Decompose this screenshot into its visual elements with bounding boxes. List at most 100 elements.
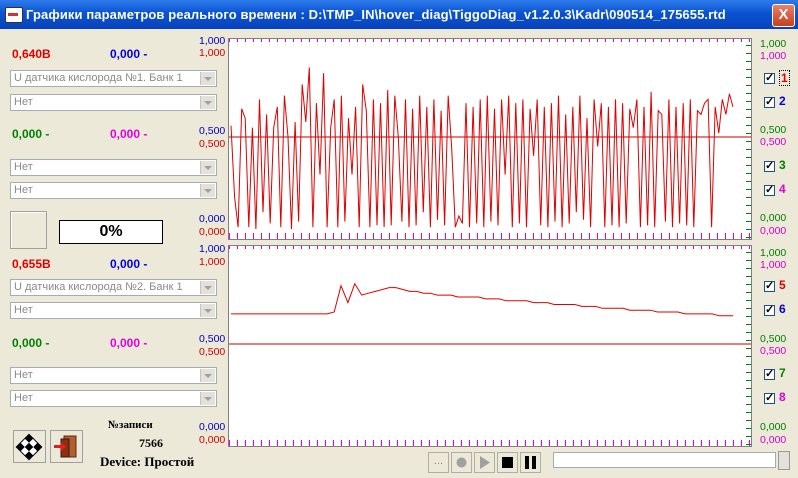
channel-6-number: 6 (779, 302, 786, 316)
chevron-down-icon[interactable] (200, 161, 215, 174)
chart1-left-red-min: 0,000 (199, 226, 226, 238)
chart2-left-blue-mid: 0,500 (199, 333, 226, 345)
channel-6-select[interactable]: Нет (10, 302, 217, 319)
record-number-label: №записи (108, 419, 153, 431)
chart1-right-magenta-max: 1,000 (760, 50, 787, 62)
channel-7-number: 7 (779, 366, 786, 380)
main-window: Графики параметров реального времени : D… (0, 0, 798, 478)
checkered-flag-icon (15, 433, 43, 461)
chart-top[interactable] (228, 38, 752, 240)
chart2-left-red-mid: 0,500 (199, 346, 226, 358)
channel-5-select[interactable]: U датчика кислорода №2. Банк 1 (10, 279, 217, 296)
channel-6-checkbox[interactable] (764, 303, 775, 316)
chart-top-plot (229, 39, 751, 239)
channel-2-number: 2 (779, 94, 786, 108)
record-number-value: 7566 (139, 436, 163, 450)
channel-1-select-value: U датчика кислорода №1. Банк 1 (14, 72, 183, 84)
channel-2-select[interactable]: Нет (10, 94, 217, 111)
more-button[interactable]: ... (428, 452, 449, 473)
chart1-right-green-min: 0,000 (760, 212, 787, 224)
channel-8-select[interactable]: Нет (10, 390, 217, 407)
channel-4-select[interactable]: Нет (10, 182, 217, 199)
chevron-down-icon[interactable] (200, 184, 215, 197)
chart1-left-red-max: 1,000 (199, 47, 226, 59)
channel-8-number: 8 (779, 390, 786, 404)
chevron-down-icon[interactable] (200, 281, 215, 294)
playback-position-thumb[interactable] (778, 451, 790, 470)
chart1-right-magenta-mid: 0,500 (760, 136, 787, 148)
record-button[interactable] (451, 452, 472, 473)
channel-2-select-value: Нет (14, 96, 33, 108)
chart-bottom-plot (229, 246, 751, 446)
play-icon (480, 456, 490, 469)
channel-2-checkbox[interactable] (764, 95, 775, 108)
channel-5-number: 5 (779, 278, 786, 292)
chart1-right-magenta-min: 0,000 (760, 225, 787, 237)
blank-button[interactable] (10, 211, 47, 249)
progress-display: 0% (59, 220, 163, 244)
checkered-flag-button[interactable] (13, 430, 46, 463)
chevron-down-icon[interactable] (200, 96, 215, 109)
exit-button[interactable] (50, 430, 83, 463)
channel-4-value: 0,000 - (110, 127, 148, 141)
channel-7-select[interactable]: Нет (10, 367, 217, 384)
chart1-left-blue-max: 1,000 (199, 35, 226, 47)
play-button[interactable] (474, 452, 495, 473)
chart2-left-red-max: 1,000 (199, 256, 226, 268)
record-icon (456, 457, 467, 468)
playback-position-track[interactable] (553, 452, 776, 468)
pause-icon (525, 456, 536, 469)
chevron-down-icon[interactable] (200, 72, 215, 85)
chart2-left-blue-max: 1,000 (199, 243, 226, 255)
channel-3-select[interactable]: Нет (10, 159, 217, 176)
channel-5-select-value: U датчика кислорода №2. Банк 1 (14, 281, 183, 293)
channel-5-value: 0,655В (12, 257, 51, 271)
chart1-left-blue-mid: 0,500 (199, 125, 226, 137)
channel-1-value: 0,640В (12, 47, 51, 61)
channel-1-select[interactable]: U датчика кислорода №1. Банк 1 (10, 70, 217, 87)
channel-3-value: 0,000 - (12, 127, 50, 141)
app-icon (5, 7, 23, 23)
channel-7-checkbox[interactable] (764, 367, 775, 380)
exit-door-icon (54, 435, 77, 458)
device-status: Device: Простой (100, 454, 195, 469)
chart1-right-green-mid: 0,500 (760, 124, 787, 136)
channel-6-value: 0,000 - (110, 257, 148, 271)
chart1-right-green-max: 1,000 (760, 38, 787, 50)
channel-7-select-value: Нет (14, 369, 33, 381)
channel-4-number: 4 (779, 182, 786, 196)
chart2-right-magenta-mid: 0,500 (760, 345, 787, 357)
chart2-right-green-mid: 0,500 (760, 333, 787, 345)
chart2-left-blue-min: 0,000 (199, 421, 226, 433)
chart2-right-green-max: 1,000 (760, 247, 787, 259)
channel-4-checkbox[interactable] (764, 183, 775, 196)
chevron-down-icon[interactable] (200, 304, 215, 317)
stop-button[interactable] (497, 452, 518, 473)
pause-button[interactable] (520, 452, 541, 473)
chart2-series-5-line (231, 282, 733, 317)
chart2-right-magenta-min: 0,000 (760, 434, 787, 446)
channel-1-number: 1 (779, 70, 790, 86)
chart-bottom[interactable] (228, 245, 752, 447)
channel-8-value: 0,000 - (110, 336, 148, 350)
channel-3-number: 3 (779, 158, 786, 172)
channel-8-checkbox[interactable] (764, 391, 775, 404)
chevron-down-icon[interactable] (200, 392, 215, 405)
chart1-left-red-mid: 0,500 (199, 138, 226, 150)
window-title: Графики параметров реального времени : D… (26, 7, 726, 22)
channel-8-select-value: Нет (14, 392, 33, 404)
chart2-left-red-min: 0,000 (199, 434, 226, 446)
chevron-down-icon[interactable] (200, 369, 215, 382)
channel-2-value: 0,000 - (110, 47, 148, 61)
channel-1-checkbox[interactable] (764, 71, 775, 84)
chart1-series-1-line (230, 67, 734, 230)
title-bar[interactable]: Графики параметров реального времени : D… (0, 0, 798, 29)
stop-icon (502, 457, 513, 468)
close-button[interactable]: X (772, 4, 795, 27)
channel-3-checkbox[interactable] (764, 159, 775, 172)
channel-3-select-value: Нет (14, 161, 33, 173)
channel-5-checkbox[interactable] (764, 279, 775, 292)
chart2-right-magenta-max: 1,000 (760, 259, 787, 271)
chart1-left-blue-min: 0,000 (199, 213, 226, 225)
channel-7-value: 0,000 - (12, 336, 50, 350)
